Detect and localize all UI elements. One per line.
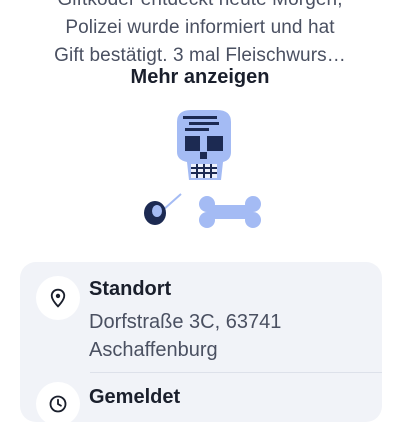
reported-title: Gemeldet <box>89 386 181 408</box>
skull-icon <box>177 110 231 180</box>
address-line: Dorfstraße 3C, 63741 <box>89 311 282 333</box>
location-pin-icon <box>36 276 80 320</box>
report-description: Giftköder entdeckt heute Morgen, Polizei… <box>0 0 400 70</box>
clock-icon <box>36 382 80 426</box>
description-line: Giftköder entdeckt heute Morgen, <box>0 0 400 14</box>
location-row[interactable]: Standort Dorfstraße 3C, 63741 Aschaffenb… <box>20 262 382 374</box>
bone-icon <box>199 196 261 228</box>
details-card: Standort Dorfstraße 3C, 63741 Aschaffenb… <box>20 262 382 426</box>
location-title: Standort <box>89 278 172 300</box>
address-line: Aschaffenburg <box>89 339 218 361</box>
location-address: Dorfstraße 3C, 63741 Aschaffenburg <box>89 308 369 364</box>
reported-row: Gemeldet <box>20 374 382 434</box>
divider <box>90 372 382 373</box>
push-pin-icon <box>144 193 182 225</box>
poison-illustration <box>135 108 275 240</box>
show-more-link[interactable]: Mehr anzeigen <box>0 66 400 89</box>
description-line: Polizei wurde informiert und hat <box>65 17 335 38</box>
